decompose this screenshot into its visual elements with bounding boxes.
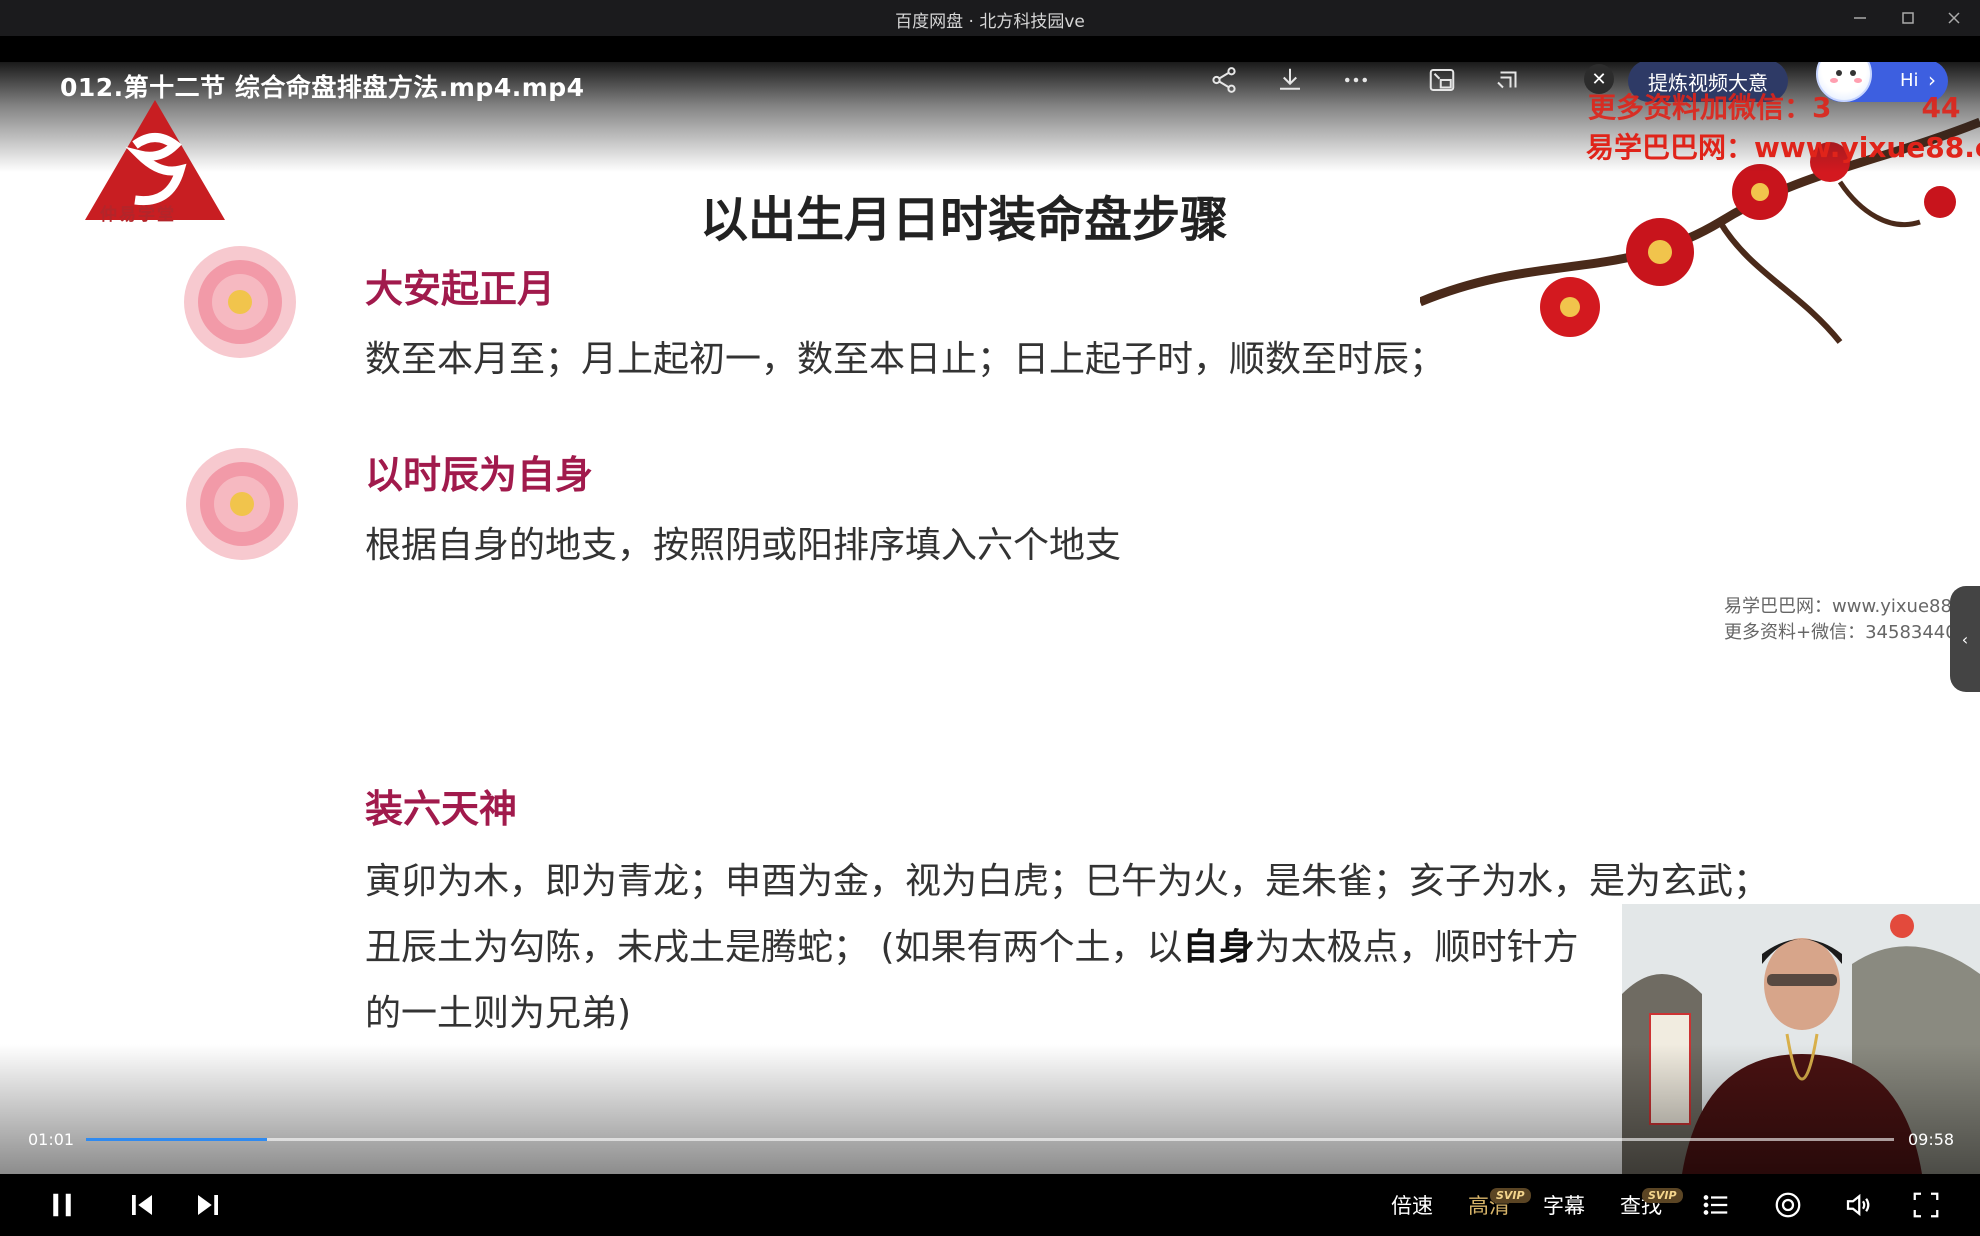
share-button[interactable] (1206, 62, 1242, 98)
speed-label: 倍速 (1391, 1194, 1433, 1218)
volume-button[interactable] (1840, 1174, 1876, 1236)
search-button[interactable]: 查找 SVIP (1614, 1174, 1683, 1236)
current-time: 01:01 (28, 1130, 75, 1149)
control-bar: 倍速 高清 SVIP 字幕 查找 SVIP (0, 1174, 1980, 1236)
maximize-button[interactable] (1888, 4, 1928, 32)
section-heading: 大安起正月 (365, 267, 556, 311)
download-icon (1280, 68, 1300, 90)
bottom-gradient (0, 1044, 1980, 1174)
download-button[interactable] (1272, 62, 1308, 98)
maximize-icon (1902, 12, 1914, 24)
quality-button[interactable]: 高清 SVIP (1462, 1174, 1531, 1236)
mini-window-icon (1497, 71, 1517, 89)
section-heading: 装六天神 (365, 787, 518, 831)
speed-button[interactable]: 倍速 (1386, 1174, 1438, 1236)
side-panel-toggle[interactable]: ‹ (1950, 586, 1980, 692)
section-text: 丑辰土为勾陈，未戌土是腾蛇； (如果有两个土，以自身为太极点，顺时针方 (365, 927, 1579, 968)
watermark-wechat-gray: 更多资料+微信：3458344044 (1724, 622, 1980, 643)
section-text: 寅卯为木，即为青龙；申酉为金，视为白虎；巳午为火，是朱雀；亥子为水，是为玄武； (365, 861, 1770, 902)
watermark-wechat-line: 更多资料加微信：3 44 (1588, 91, 1961, 124)
flower-icon (186, 448, 298, 560)
logo-caption: 仲易学堂 (100, 205, 176, 225)
subtitle-label: 字幕 (1543, 1194, 1585, 1218)
picture-in-picture-button[interactable] (1424, 62, 1460, 98)
fullscreen-button[interactable] (1908, 1174, 1944, 1236)
section-heading: 以时辰为自身 (365, 453, 594, 497)
section-text: 根据自身的地支，按照阴或阳排序填入六个地支 (365, 525, 1122, 566)
skip-next-icon (198, 1195, 218, 1215)
playlist-icon (1703, 1195, 1728, 1215)
school-logo (85, 100, 225, 220)
watermark-site: 易学巴巴网：www.yixue88.cn (1586, 131, 1980, 164)
minimize-icon (1854, 17, 1866, 19)
section-text: 数至本月至；月上起初一，数至本日止；日上起子时，顺数至时辰； (365, 339, 1446, 380)
progress-fill (86, 1138, 267, 1141)
skip-previous-icon (132, 1195, 152, 1215)
window-title: 百度网盘 · 北方科技园ve (895, 12, 1085, 32)
pause-icon (53, 1193, 71, 1217)
settings-button[interactable] (1770, 1174, 1806, 1236)
window-titlebar: 百度网盘 · 北方科技园ve (0, 0, 1980, 36)
subtitle-button[interactable]: 字幕 (1538, 1174, 1590, 1236)
chevron-left-icon: ‹ (1961, 629, 1969, 649)
close-window-button[interactable] (1934, 4, 1974, 32)
video-frame[interactable]: 012.第十二节 综合命盘排盘方法.mp4.mp4 ✕ 提炼视频大意 Hi › … (0, 62, 1980, 1174)
slide-title: 以出生月日时装命盘步骤 (700, 192, 1229, 248)
section-text: 的一土则为兄弟) (365, 993, 632, 1034)
previous-button[interactable] (124, 1174, 160, 1236)
playlist-button[interactable] (1698, 1174, 1734, 1236)
picture-in-picture-icon (1429, 69, 1455, 91)
eye-protection-icon (1775, 1192, 1801, 1218)
fullscreen-icon (1913, 1192, 1939, 1218)
volume-icon (1846, 1193, 1870, 1217)
more-button[interactable] (1338, 62, 1374, 98)
watermark-site-gray: 易学巴巴网：www.yixue88.cn (1724, 596, 1979, 617)
pause-button[interactable] (40, 1174, 84, 1236)
duration: 09:58 (1908, 1130, 1955, 1149)
share-icon (1212, 67, 1236, 93)
flower-icon (184, 246, 296, 358)
minimize-button[interactable] (1840, 4, 1880, 32)
more-icon (1345, 77, 1367, 83)
svip-badge: SVIP (1642, 1188, 1683, 1203)
mini-window-button[interactable] (1490, 62, 1526, 98)
progress-bar[interactable] (86, 1138, 1894, 1141)
next-button[interactable] (190, 1174, 226, 1236)
svip-badge: SVIP (1490, 1188, 1531, 1203)
close-icon (1948, 12, 1960, 24)
